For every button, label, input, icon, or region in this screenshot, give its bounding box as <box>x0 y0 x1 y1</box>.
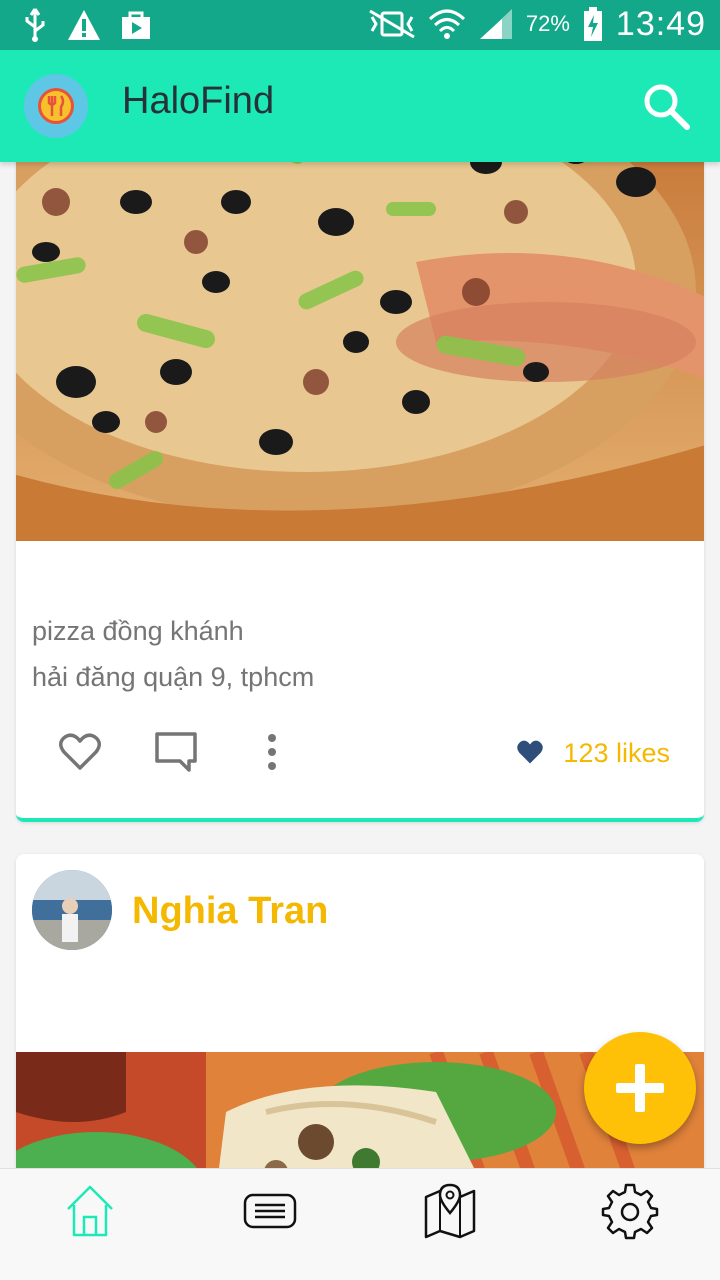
app-bar: HaloFind <box>0 50 720 162</box>
nav-list[interactable] <box>240 1181 300 1241</box>
author-avatar[interactable] <box>32 870 112 950</box>
author-name[interactable]: Nghia Tran <box>132 890 328 933</box>
nav-settings[interactable] <box>600 1181 660 1241</box>
post-card[interactable]: pizza đồng khánh hải đăng quận 9, tphcm … <box>16 162 704 822</box>
map-icon <box>424 1183 476 1239</box>
signal-icon <box>479 9 512 39</box>
more-options-button[interactable] <box>254 730 290 779</box>
battery-percent: 72% <box>525 11 570 36</box>
more-vertical-icon <box>268 734 276 770</box>
feed-list[interactable]: pizza đồng khánh hải đăng quận 9, tphcm … <box>0 162 720 1168</box>
like-button[interactable] <box>58 730 102 779</box>
app-logo <box>24 74 88 138</box>
vibrate-mute-icon <box>369 9 415 39</box>
usb-icon <box>25 8 45 42</box>
post-image[interactable] <box>16 162 704 541</box>
status-bar: 72% 13:49 <box>0 0 720 50</box>
settings-icon <box>601 1183 659 1240</box>
clock: 13:49 <box>615 4 706 43</box>
fork-knife-icon <box>38 88 74 124</box>
app-title: HaloFind <box>122 80 275 122</box>
list-icon <box>243 1193 297 1229</box>
heart-outline-icon <box>59 733 101 770</box>
comment-icon <box>155 732 197 772</box>
search-button[interactable] <box>640 80 692 132</box>
post-title: pizza đồng khánh <box>32 616 244 646</box>
warning-icon <box>68 10 100 40</box>
add-post-button[interactable] <box>584 1032 696 1144</box>
battery-charging-icon <box>583 7 602 41</box>
nav-map[interactable] <box>420 1181 480 1241</box>
status-system: 72% 13:49 <box>368 4 706 44</box>
heart-filled-icon <box>517 740 543 764</box>
nav-home[interactable] <box>60 1181 120 1241</box>
comment-button[interactable] <box>154 730 198 779</box>
status-notifications <box>22 6 152 44</box>
search-icon <box>644 84 690 130</box>
bottom-nav <box>0 1168 720 1280</box>
post-address: hải đăng quận 9, tphcm <box>32 662 315 692</box>
store-bag-icon <box>122 11 150 39</box>
wifi-icon <box>428 9 465 39</box>
home-icon <box>67 1185 113 1237</box>
likes-count: 123 likes <box>563 738 670 768</box>
